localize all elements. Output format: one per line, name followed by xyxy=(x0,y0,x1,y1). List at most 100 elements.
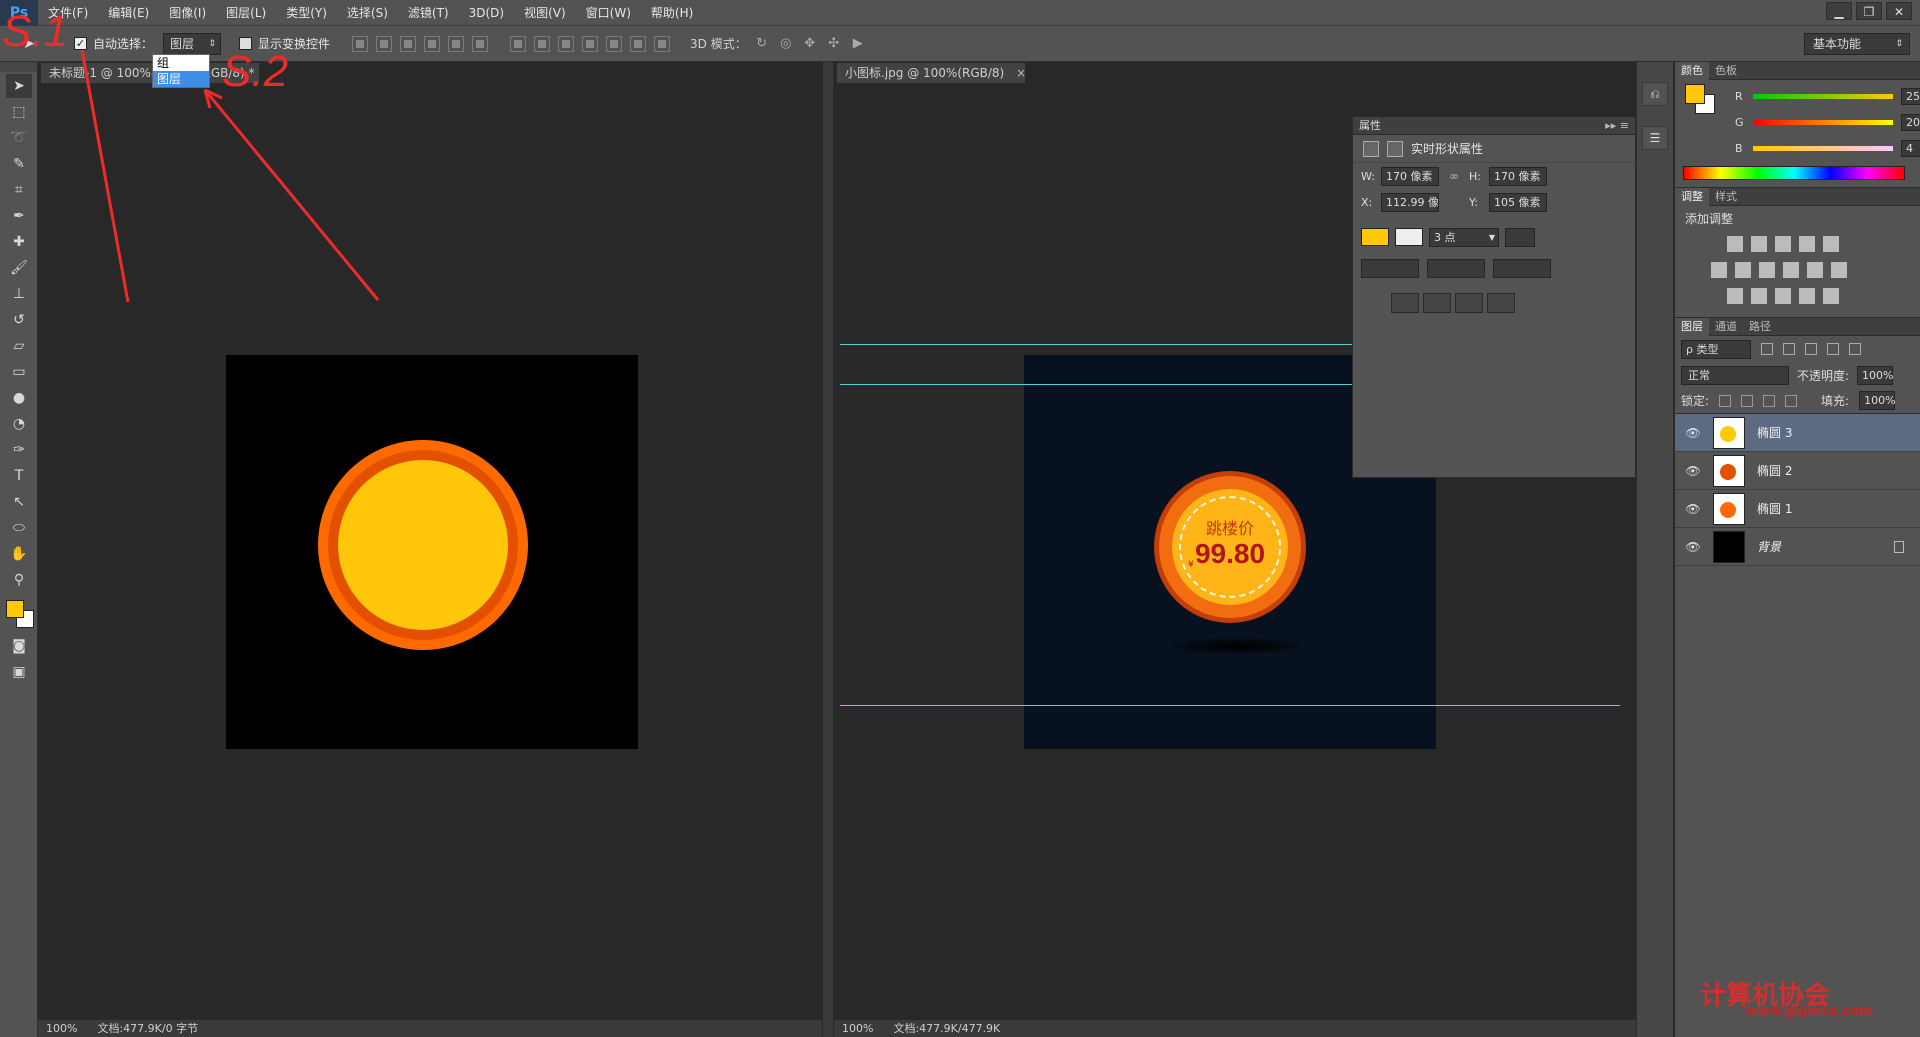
align-bottom-icon[interactable] xyxy=(400,35,417,52)
align-top-icon[interactable] xyxy=(352,35,369,52)
menu-view[interactable]: 视图(V) xyxy=(514,0,576,26)
document-tab-right[interactable]: 小图标.jpg @ 100%(RGB/8) × xyxy=(836,62,1026,84)
menu-layer[interactable]: 图层(L) xyxy=(216,0,276,26)
shape-properties-icon[interactable] xyxy=(1363,140,1379,157)
tab-layers[interactable]: 图层 xyxy=(1675,317,1709,336)
properties-header[interactable]: 属性 ▸▸ ≡ xyxy=(1353,117,1635,135)
blend-mode-select[interactable]: 正常 xyxy=(1681,365,1789,385)
brightness-icon[interactable] xyxy=(1727,236,1743,252)
stroke-corner-select[interactable] xyxy=(1493,258,1551,278)
stroke-align-select[interactable] xyxy=(1361,258,1419,278)
exclude-shapes-icon[interactable] xyxy=(1487,293,1515,313)
filter-pixel-icon[interactable] xyxy=(1761,343,1773,355)
filter-smart-object-icon[interactable] xyxy=(1849,343,1861,355)
distribute-bottom-icon[interactable] xyxy=(558,35,575,52)
menu-select[interactable]: 选择(S) xyxy=(337,0,398,26)
b-value-field[interactable]: 4 xyxy=(1901,139,1920,157)
lock-all-icon[interactable] xyxy=(1785,394,1798,407)
layer-name[interactable]: 椭圆 2 xyxy=(1757,462,1792,479)
visibility-eye-icon[interactable]: 👁 xyxy=(1683,426,1703,440)
distribute-right-icon[interactable] xyxy=(630,35,647,52)
blue-slider[interactable] xyxy=(1753,145,1893,151)
marquee-tool-icon[interactable]: ⬚ xyxy=(6,100,32,124)
intersect-shapes-icon[interactable] xyxy=(1455,293,1483,313)
vibrance-icon[interactable] xyxy=(1823,236,1839,252)
layer-filter-select[interactable]: ρ 类型 xyxy=(1681,339,1751,359)
visibility-eye-icon[interactable]: 👁 xyxy=(1683,502,1703,516)
layer-row[interactable]: 👁 椭圆 2 xyxy=(1675,452,1920,490)
menu-type[interactable]: 类型(Y) xyxy=(276,0,337,26)
type-tool-icon[interactable]: T xyxy=(6,464,32,488)
channel-mixer-icon[interactable] xyxy=(1807,262,1823,278)
menu-window[interactable]: 窗口(W) xyxy=(576,0,641,26)
roll-3d-icon[interactable]: ◎ xyxy=(777,35,795,53)
gradient-map-icon[interactable] xyxy=(1823,288,1839,304)
quick-mask-icon[interactable]: ◙ xyxy=(6,634,32,658)
mask-properties-icon[interactable] xyxy=(1387,140,1403,157)
red-slider[interactable] xyxy=(1753,93,1893,99)
quick-select-tool-icon[interactable]: ✎ xyxy=(6,152,32,176)
guide-line-horizontal[interactable] xyxy=(840,384,1352,385)
zoom-tool-icon[interactable]: ⚲ xyxy=(6,568,32,592)
stroke-cap-select[interactable] xyxy=(1427,258,1485,278)
eyedropper-tool-icon[interactable]: ✒ xyxy=(6,204,32,228)
healing-brush-tool-icon[interactable]: ✚ xyxy=(6,230,32,254)
ellipse-tool-icon[interactable]: ⬭ xyxy=(6,516,32,540)
zoom-level-right[interactable]: 100% xyxy=(842,1020,873,1037)
crop-tool-icon[interactable]: ⌗ xyxy=(6,178,32,202)
eraser-tool-icon[interactable]: ▱ xyxy=(6,334,32,358)
exposure-icon[interactable] xyxy=(1799,236,1815,252)
menu-help[interactable]: 帮助(H) xyxy=(641,0,703,26)
brush-tool-icon[interactable]: 🖌 xyxy=(6,256,32,280)
menu-3d[interactable]: 3D(D) xyxy=(459,0,514,26)
lasso-tool-icon[interactable]: ➰ xyxy=(6,126,32,150)
visibility-eye-icon[interactable]: 👁 xyxy=(1683,540,1703,554)
link-icon[interactable]: ∞ xyxy=(1439,169,1469,183)
scale-3d-icon[interactable]: ▶ xyxy=(849,35,867,53)
history-brush-tool-icon[interactable]: ↺ xyxy=(6,308,32,332)
restore-button[interactable]: ❐ xyxy=(1856,2,1882,20)
menu-edit[interactable]: 编辑(E) xyxy=(98,0,159,26)
invert-icon[interactable] xyxy=(1727,288,1743,304)
layer-name[interactable]: 椭圆 1 xyxy=(1757,500,1792,517)
zoom-level-left[interactable]: 100% xyxy=(46,1020,77,1037)
close-tab-icon[interactable]: × xyxy=(1016,66,1025,80)
distribute-top-icon[interactable] xyxy=(510,35,527,52)
document-divider[interactable] xyxy=(822,62,834,1037)
combine-shapes-icon[interactable] xyxy=(1391,293,1419,313)
auto-select-dropdown-trigger[interactable]: 图层 ⇕ xyxy=(163,32,222,55)
menu-filter[interactable]: 滤镜(T) xyxy=(398,0,459,26)
panel-foreground-swatch[interactable] xyxy=(1685,84,1705,104)
dropdown-option-group[interactable]: 组 xyxy=(153,55,209,71)
move-tool-icon[interactable]: ➤ xyxy=(6,74,32,98)
blur-tool-icon[interactable]: ● xyxy=(6,386,32,410)
r-value-field[interactable]: 255 xyxy=(1901,87,1920,105)
layer-name[interactable]: 椭圆 3 xyxy=(1757,424,1792,441)
color-balance-icon[interactable] xyxy=(1735,262,1751,278)
foreground-color-swatch[interactable] xyxy=(6,600,24,618)
lock-pixels-icon[interactable] xyxy=(1741,394,1754,407)
align-hcenter-icon[interactable] xyxy=(448,35,465,52)
menu-file[interactable]: 文件(F) xyxy=(38,0,98,26)
lock-transparent-icon[interactable] xyxy=(1719,394,1732,407)
menu-image[interactable]: 图像(I) xyxy=(159,0,216,26)
threshold-icon[interactable] xyxy=(1775,288,1791,304)
align-right-icon[interactable] xyxy=(472,35,489,52)
layer-row[interactable]: 👁 椭圆 3 xyxy=(1675,414,1920,452)
stroke-type-select[interactable] xyxy=(1505,227,1535,247)
hue-saturation-icon[interactable] xyxy=(1711,262,1727,278)
distribute-left-icon[interactable] xyxy=(582,35,599,52)
tab-adjustments[interactable]: 调整 xyxy=(1675,187,1709,206)
distribute-vcenter-icon[interactable] xyxy=(534,35,551,52)
color-lookup-icon[interactable] xyxy=(1831,262,1847,278)
tab-styles[interactable]: 样式 xyxy=(1709,188,1743,206)
minimize-button[interactable]: ▁ xyxy=(1826,2,1852,20)
rotate-3d-icon[interactable]: ↻ xyxy=(753,35,771,53)
fill-field[interactable]: 100% xyxy=(1859,391,1896,410)
gradient-tool-icon[interactable]: ▭ xyxy=(6,360,32,384)
workspace-select[interactable]: 基本功能 ⇕ xyxy=(1804,33,1910,55)
subtract-shapes-icon[interactable] xyxy=(1423,293,1451,313)
visibility-eye-icon[interactable]: 👁 xyxy=(1683,464,1703,478)
guide-line-horizontal[interactable] xyxy=(840,705,1620,706)
y-field[interactable]: 105 像素 xyxy=(1489,192,1547,212)
